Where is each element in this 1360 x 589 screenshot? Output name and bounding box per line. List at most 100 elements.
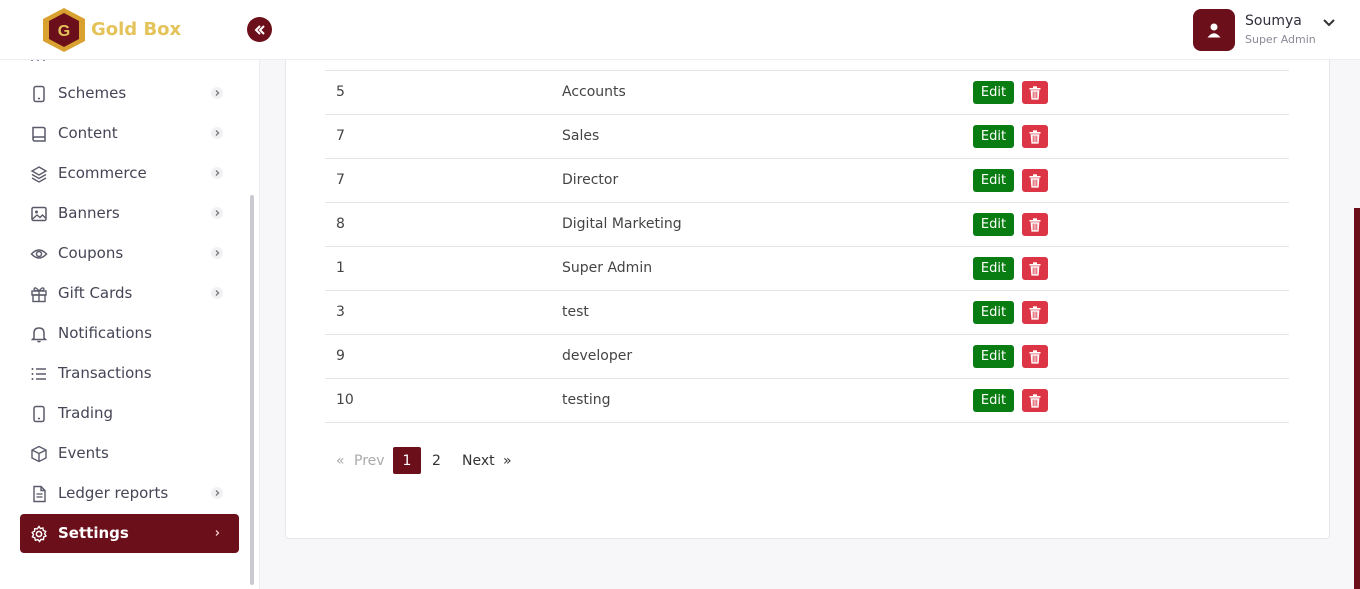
row-id: 1 — [336, 260, 345, 276]
delete-button[interactable] — [1022, 345, 1048, 368]
gold-box-logo-icon[interactable]: G — [42, 7, 86, 53]
phone-icon — [33, 405, 45, 423]
row-name: Super Admin — [562, 260, 653, 276]
edit-button[interactable]: Edit — [973, 301, 1014, 324]
sidebar-item-label: Settings — [58, 524, 129, 542]
sidebar-item-label: Ledger reports — [58, 484, 169, 502]
chevron-right-icon — [211, 207, 223, 219]
edit-button[interactable]: Edit — [973, 213, 1014, 236]
delete-button[interactable] — [1022, 389, 1048, 412]
eye-icon — [30, 249, 48, 259]
sidebar-scrollbar[interactable] — [250, 195, 254, 585]
sidebar-item-notifications[interactable]: Notifications — [20, 314, 239, 353]
double-chevron-left-icon — [254, 24, 265, 35]
sidebar-item-label: Events — [58, 444, 109, 462]
list-icon — [31, 368, 46, 380]
row-id: 9 — [336, 348, 345, 364]
sidebar-item-events[interactable]: Events — [20, 434, 239, 473]
table-row: 1 Super Admin Edit — [325, 247, 1289, 291]
delete-button[interactable] — [1022, 213, 1048, 236]
table-row: 8 Digital Marketing Edit — [325, 203, 1289, 247]
chevron-right-icon — [211, 247, 223, 259]
trash-icon — [1029, 129, 1041, 144]
table-row: 10 testing Edit — [325, 379, 1289, 423]
trash-icon — [1029, 217, 1041, 232]
pagination-prev[interactable]: Prev — [354, 447, 385, 474]
user-name[interactable]: Soumya — [1245, 13, 1302, 29]
row-id: 5 — [336, 84, 345, 100]
sidebar-item-transactions[interactable]: Transactions — [20, 354, 239, 393]
edit-button[interactable]: Edit — [973, 389, 1014, 412]
edit-button[interactable]: Edit — [973, 81, 1014, 104]
table-row: 7 Sales Edit — [325, 115, 1289, 159]
sidebar: Schemes Content Ecommerce Banners Coupons Gif… — [0, 60, 260, 589]
svg-text:G: G — [58, 23, 70, 40]
gift-icon — [31, 287, 47, 303]
sidebar-item-trading[interactable]: Trading — [20, 394, 239, 433]
right-edge-accent — [1354, 208, 1360, 589]
row-name: testing — [562, 392, 611, 408]
table-row: 5 Accounts Edit — [325, 71, 1289, 115]
sidebar-item-label: Trading — [58, 404, 114, 422]
row-name: Sales — [562, 128, 600, 144]
row-id: 8 — [336, 216, 345, 232]
delete-button[interactable] — [1022, 81, 1048, 104]
edit-button[interactable]: Edit — [973, 169, 1014, 192]
pagination-next-arrow[interactable]: » — [503, 447, 512, 474]
gear-icon — [31, 525, 48, 543]
sidebar-item-label: Ecommerce — [58, 164, 147, 182]
delete-button[interactable] — [1022, 125, 1048, 148]
chevron-right-icon — [211, 167, 223, 179]
sidebar-item-ledger-reports[interactable]: Ledger reports — [20, 474, 239, 513]
sidebar-item-content[interactable]: Content — [20, 114, 239, 153]
pagination-next[interactable]: Next — [462, 447, 495, 474]
sidebar-item-ecommerce[interactable]: Ecommerce — [20, 154, 239, 193]
book-icon — [32, 126, 46, 142]
sidebar-item-coupons[interactable]: Coupons — [20, 234, 239, 273]
row-id: 7 — [336, 128, 345, 144]
pagination-prev-arrow: « — [336, 452, 345, 469]
table-row: 9 developer Edit — [325, 335, 1289, 379]
sidebar-item-banners[interactable]: Banners — [20, 194, 239, 233]
sidebar-item-label: Notifications — [58, 324, 152, 342]
trash-icon — [1029, 349, 1041, 364]
edit-button[interactable]: Edit — [973, 125, 1014, 148]
avatar[interactable] — [1193, 9, 1235, 51]
phone-icon — [33, 85, 45, 103]
row-id: 10 — [336, 392, 354, 408]
trash-icon — [1029, 261, 1041, 276]
pagination-page-2[interactable]: 2 — [432, 447, 441, 474]
sidebar-item-gift-cards[interactable]: Gift Cards — [20, 274, 239, 313]
user-role: Super Admin — [1245, 33, 1316, 46]
sidebar-item-label: Gift Cards — [58, 284, 133, 302]
delete-button[interactable] — [1022, 169, 1048, 192]
delete-button[interactable] — [1022, 301, 1048, 324]
sidebar-item-label: Coupons — [58, 244, 124, 262]
bell-icon — [30, 327, 48, 343]
chevron-down-icon[interactable] — [1321, 15, 1337, 31]
pagination-page-1[interactable]: 1 — [393, 447, 421, 474]
collapse-sidebar-button[interactable] — [247, 17, 272, 42]
box-icon — [31, 445, 47, 463]
row-name: Digital Marketing — [562, 216, 682, 232]
edit-button[interactable]: Edit — [973, 257, 1014, 280]
sidebar-item-schemes[interactable]: Schemes — [20, 74, 239, 113]
chevron-right-icon — [211, 87, 223, 99]
edit-button[interactable]: Edit — [973, 345, 1014, 368]
sidebar-item-settings[interactable]: Settings — [20, 514, 239, 553]
chevron-right-icon — [211, 487, 223, 499]
row-name: Accounts — [562, 84, 626, 100]
table-row: 7 Director Edit — [325, 159, 1289, 203]
trash-icon — [1029, 305, 1041, 320]
row-name: developer — [562, 348, 633, 364]
chevron-right-icon — [215, 530, 220, 536]
chevron-right-icon — [211, 287, 223, 299]
top-header: G Gold Box Soumya Super Admin — [0, 0, 1360, 60]
trash-icon — [1029, 393, 1041, 408]
partial-nav-icon — [31, 60, 45, 61]
sidebar-item-label: Transactions — [58, 364, 152, 382]
sidebar-item-label: Content — [58, 124, 118, 142]
delete-button[interactable] — [1022, 257, 1048, 280]
row-id: 3 — [336, 304, 345, 320]
chevron-right-icon — [211, 127, 223, 139]
